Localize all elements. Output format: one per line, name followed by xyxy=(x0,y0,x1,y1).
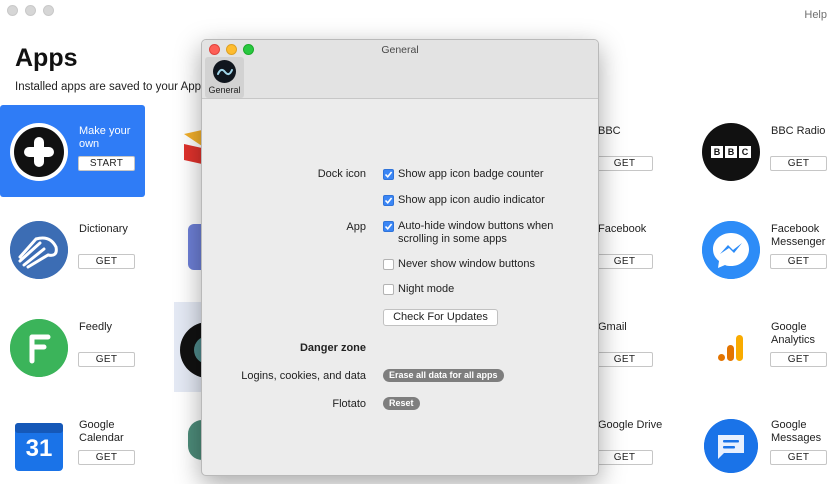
option-label: Never show window buttons xyxy=(398,258,535,270)
start-button[interactable]: START xyxy=(78,156,135,171)
app-name-google-drive: Google Drive xyxy=(598,419,663,431)
flotato-label: Flotato xyxy=(332,398,366,410)
bbc-letter: C xyxy=(739,146,751,158)
dialog-zoom-button[interactable] xyxy=(243,44,254,55)
analytics-icon xyxy=(702,319,760,377)
window-controls xyxy=(7,5,54,16)
app-icon-partial xyxy=(184,130,202,169)
messenger-icon xyxy=(702,221,760,279)
calendar-number: 31 xyxy=(25,435,53,462)
app-name-facebook: Facebook xyxy=(598,223,647,235)
calendar-icon: 31 xyxy=(13,421,65,473)
tab-general-label: General xyxy=(208,85,241,95)
app-name: BBC Radio xyxy=(771,125,826,137)
app-icon-partial xyxy=(188,224,202,270)
app-name: Dictionary xyxy=(79,223,128,235)
checkbox-checked[interactable] xyxy=(383,169,394,180)
option-label: Show app icon badge counter xyxy=(398,168,544,180)
bbc-radio-icon: B B C xyxy=(702,123,760,181)
get-button[interactable]: GET xyxy=(770,156,827,171)
preferences-dialog: General General Dock icon Show app icon … xyxy=(201,39,599,476)
minimize-window-button[interactable] xyxy=(25,5,36,16)
app-name: Feedly xyxy=(79,321,113,333)
dock-icon-label: Dock icon xyxy=(317,168,366,180)
get-button[interactable]: GET xyxy=(78,352,135,367)
get-button[interactable]: GET xyxy=(596,254,653,269)
option-never-show-window-buttons[interactable]: Never show window buttons xyxy=(383,258,578,271)
checkbox-unchecked[interactable] xyxy=(383,284,394,295)
app-card-bbc-radio[interactable]: B B C BBC Radio GET xyxy=(692,105,836,197)
zoom-window-button[interactable] xyxy=(43,5,54,16)
app-card-dictionary[interactable]: Dictionary GET xyxy=(0,203,145,295)
app-card-google-calendar[interactable]: 31 Google Calendar GET xyxy=(0,399,145,484)
app-card-make-your-own[interactable]: Make your own START xyxy=(0,105,145,197)
app-icon-partial xyxy=(188,420,202,460)
erase-all-data-button[interactable]: Erase all data for all apps xyxy=(383,369,504,382)
checkbox-checked[interactable] xyxy=(383,195,394,206)
option-audio-indicator[interactable]: Show app icon audio indicator xyxy=(383,194,578,207)
app-name-bbc: BBC xyxy=(598,125,621,137)
option-label: Auto-hide window buttons when scrolling … xyxy=(398,220,554,245)
dialog-titlebar: General General xyxy=(202,40,598,99)
bbc-letter: B xyxy=(725,146,737,158)
option-auto-hide-window-buttons[interactable]: Auto-hide window buttons when scrolling … xyxy=(383,220,578,246)
dialog-close-button[interactable] xyxy=(209,44,220,55)
get-button[interactable]: GET xyxy=(770,254,827,269)
dialog-minimize-button[interactable] xyxy=(226,44,237,55)
close-window-button[interactable] xyxy=(7,5,18,16)
app-name: Google Analytics xyxy=(771,321,816,346)
app-card-google-analytics[interactable]: Google Analytics GET xyxy=(692,301,836,393)
logins-label: Logins, cookies, and data xyxy=(241,370,366,382)
option-label: Show app icon audio indicator xyxy=(398,194,545,206)
app-icon-partial xyxy=(174,302,236,392)
app-section-label: App xyxy=(346,221,366,233)
app-card-google-messages[interactable]: Google Messages GET xyxy=(692,399,836,484)
app-card-facebook-messenger[interactable]: Facebook Messenger GET xyxy=(692,203,836,295)
feedly-icon xyxy=(10,319,68,377)
app-name-gmail: Gmail xyxy=(598,321,627,333)
get-button[interactable]: GET xyxy=(596,450,653,465)
general-tab-icon xyxy=(213,60,236,83)
plus-icon xyxy=(10,123,68,181)
dialog-window-controls xyxy=(209,44,254,55)
page-subtitle: Installed apps are saved to your App xyxy=(15,81,202,93)
app-name: Google Calendar xyxy=(79,419,124,444)
checkbox-unchecked[interactable] xyxy=(383,259,394,270)
app-card-feedly[interactable]: Feedly GET xyxy=(0,301,145,393)
get-button[interactable]: GET xyxy=(770,450,827,465)
get-button[interactable]: GET xyxy=(770,352,827,367)
messages-icon xyxy=(704,419,758,473)
option-label: Night mode xyxy=(398,283,455,295)
get-button[interactable]: GET xyxy=(78,450,135,465)
reset-button[interactable]: Reset xyxy=(383,397,420,410)
checkbox-checked[interactable] xyxy=(383,221,394,232)
danger-zone-heading: Danger zone xyxy=(299,342,366,354)
get-button[interactable]: GET xyxy=(78,254,135,269)
app-name: Google Messages xyxy=(771,419,822,444)
get-button[interactable]: GET xyxy=(596,156,653,171)
dialog-title: General xyxy=(381,44,419,56)
dictionary-icon xyxy=(10,221,68,279)
bbc-letter: B xyxy=(711,146,723,158)
app-name: Facebook Messenger xyxy=(771,223,826,248)
help-link[interactable]: Help xyxy=(804,9,827,21)
option-badge-counter[interactable]: Show app icon badge counter xyxy=(383,168,578,181)
check-for-updates-button[interactable]: Check For Updates xyxy=(383,309,498,326)
app-name: Make your own xyxy=(79,125,131,150)
option-night-mode[interactable]: Night mode xyxy=(383,283,578,296)
page-title: Apps xyxy=(15,44,78,72)
get-button[interactable]: GET xyxy=(596,352,653,367)
tab-general[interactable]: General xyxy=(205,57,244,98)
